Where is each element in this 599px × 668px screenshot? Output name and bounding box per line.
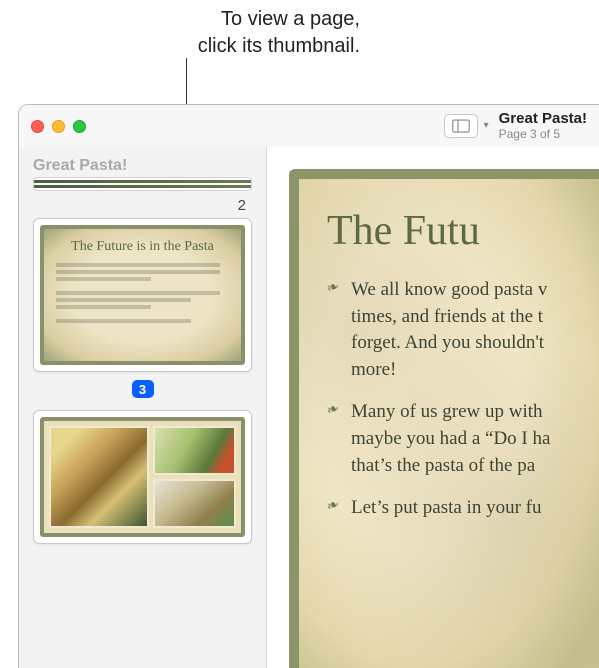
close-window-button[interactable] [31, 120, 44, 133]
thumbnail-text-block [56, 291, 229, 309]
thumbnails-sidebar: Great Pasta! 2 The Future is in the Past… [19, 147, 267, 668]
sidebar-icon [452, 119, 470, 133]
photo-pasta-1 [49, 426, 149, 528]
app-window: ▾ Great Pasta! Page 3 of 5 Great Pasta! … [18, 104, 599, 668]
main-page-view[interactable]: The Futu We all know good pasta vtimes, … [267, 147, 599, 668]
page-content: The Futu We all know good pasta vtimes, … [289, 169, 599, 668]
toolbar-right: ▾ Great Pasta! Page 3 of 5 [184, 110, 587, 141]
bullet-item: Many of us grew up withmaybe you had a “… [327, 399, 599, 479]
chevron-down-icon[interactable]: ▾ [484, 120, 489, 131]
sidebar-toggle-button[interactable] [444, 114, 478, 138]
current-page-badge: 3 [132, 380, 154, 398]
document-title: Great Pasta! [499, 110, 587, 127]
thumbnail-page-1-partial[interactable] [33, 177, 252, 191]
sidebar-document-title: Great Pasta! [33, 157, 252, 175]
thumbnail-text-block [56, 319, 229, 323]
window-controls [31, 120, 86, 133]
photo-pasta-3 [153, 479, 236, 528]
bullet-list: We all know good pasta vtimes, and frien… [327, 277, 599, 522]
document-title-block: Great Pasta! Page 3 of 5 [499, 110, 587, 141]
thumbnail-photo-grid [40, 417, 245, 537]
bullet-item: Let’s put pasta in your fu [327, 495, 599, 522]
titlebar: ▾ Great Pasta! Page 3 of 5 [19, 105, 599, 147]
thumbnail-parchment: The Future is in the Pasta [40, 225, 245, 365]
thumbnail-page-3[interactable]: The Future is in the Pasta [33, 218, 252, 372]
thumbnail-heading: The Future is in the Pasta [56, 239, 229, 255]
callout-line1: To view a page, [221, 8, 360, 30]
page-heading: The Futu [327, 207, 599, 255]
photo-pasta-2 [153, 426, 236, 475]
bullet-item: We all know good pasta vtimes, and frien… [327, 277, 599, 383]
callout-text: To view a page, click its thumbnail. [0, 6, 380, 60]
callout-line2: click its thumbnail. [198, 35, 360, 57]
page-indicator: Page 3 of 5 [499, 128, 587, 142]
page-number-2: 2 [33, 197, 246, 214]
fullscreen-window-button[interactable] [73, 120, 86, 133]
thumbnail-text-block [56, 263, 229, 281]
minimize-window-button[interactable] [52, 120, 65, 133]
window-body: Great Pasta! 2 The Future is in the Past… [19, 147, 599, 668]
thumbnail-page-4[interactable] [33, 410, 252, 544]
